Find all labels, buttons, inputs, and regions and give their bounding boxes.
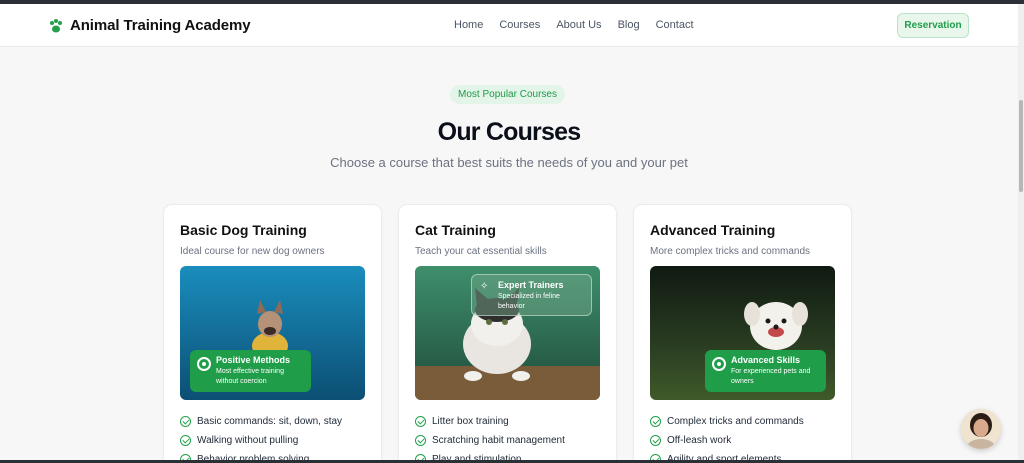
check-circle-icon (180, 435, 191, 446)
target-icon (197, 357, 211, 371)
course-card-cat[interactable]: Cat Training Teach your cat essential sk… (398, 204, 617, 463)
nav-about-us[interactable]: About Us (556, 19, 601, 31)
course-description: Ideal course for new dog owners (180, 246, 325, 257)
brand-logo[interactable]: Animal Training Academy (48, 17, 251, 34)
paw-icon (48, 18, 64, 34)
check-circle-icon (650, 435, 661, 446)
check-circle-icon (650, 416, 661, 427)
nav-blog[interactable]: Blog (618, 19, 640, 31)
list-item: Basic commands: sit, down, stay (180, 412, 342, 431)
course-card-advanced[interactable]: Advanced Training More complex tricks an… (633, 204, 852, 463)
feature-list: Basic commands: sit, down, stay Walking … (180, 412, 342, 463)
nav-contact[interactable]: Contact (656, 19, 694, 31)
check-circle-icon (415, 416, 426, 427)
check-circle-icon (415, 435, 426, 446)
course-title: Basic Dog Training (180, 222, 307, 238)
course-description: More complex tricks and commands (650, 246, 811, 257)
course-image-dog-running: Advanced Skills For experienced pets and… (650, 266, 835, 400)
list-item: Scratching habit management (415, 431, 565, 450)
nav-courses[interactable]: Courses (499, 19, 540, 31)
main-nav: Home Courses About Us Blog Contact (454, 19, 710, 31)
course-image-dog: Positive Methods Most effective training… (180, 266, 365, 400)
check-circle-icon (180, 416, 191, 427)
site-header: Animal Training Academy Home Courses Abo… (0, 4, 1018, 47)
course-description: Teach your cat essential skills (415, 246, 547, 257)
feature-list: Litter box training Scratching habit man… (415, 412, 565, 463)
list-item: Litter box training (415, 412, 565, 431)
badge-positive-methods: Positive Methods Most effective training… (190, 350, 311, 392)
page-subtitle: Choose a course that best suits the need… (330, 155, 688, 170)
list-item: Walking without pulling (180, 431, 342, 450)
page-scrollbar[interactable] (1018, 4, 1024, 460)
list-item: Complex tricks and commands (650, 412, 804, 431)
badge-expert-trainers: ✧ Expert Trainers Specialized in feline … (471, 274, 592, 316)
badge-advanced-skills: Advanced Skills For experienced pets and… (705, 350, 826, 392)
page-title: Our Courses (437, 118, 581, 146)
course-title: Advanced Training (650, 222, 776, 238)
course-card-basic-dog[interactable]: Basic Dog Training Ideal course for new … (163, 204, 382, 463)
course-title: Cat Training (415, 222, 496, 238)
reservation-button[interactable]: Reservation (897, 13, 969, 38)
target-icon (712, 357, 726, 371)
nav-home[interactable]: Home (454, 19, 483, 31)
brand-name: Animal Training Academy (70, 17, 251, 34)
chat-avatar[interactable] (961, 409, 1001, 449)
popular-courses-pill: Most Popular Courses (450, 85, 565, 104)
course-image-cat: ✧ Expert Trainers Specialized in feline … (415, 266, 600, 400)
list-item: Off-leash work (650, 431, 804, 450)
feature-list: Complex tricks and commands Off-leash wo… (650, 412, 804, 463)
scrollbar-thumb[interactable] (1019, 100, 1023, 192)
sparkle-icon: ✧ (480, 281, 489, 292)
